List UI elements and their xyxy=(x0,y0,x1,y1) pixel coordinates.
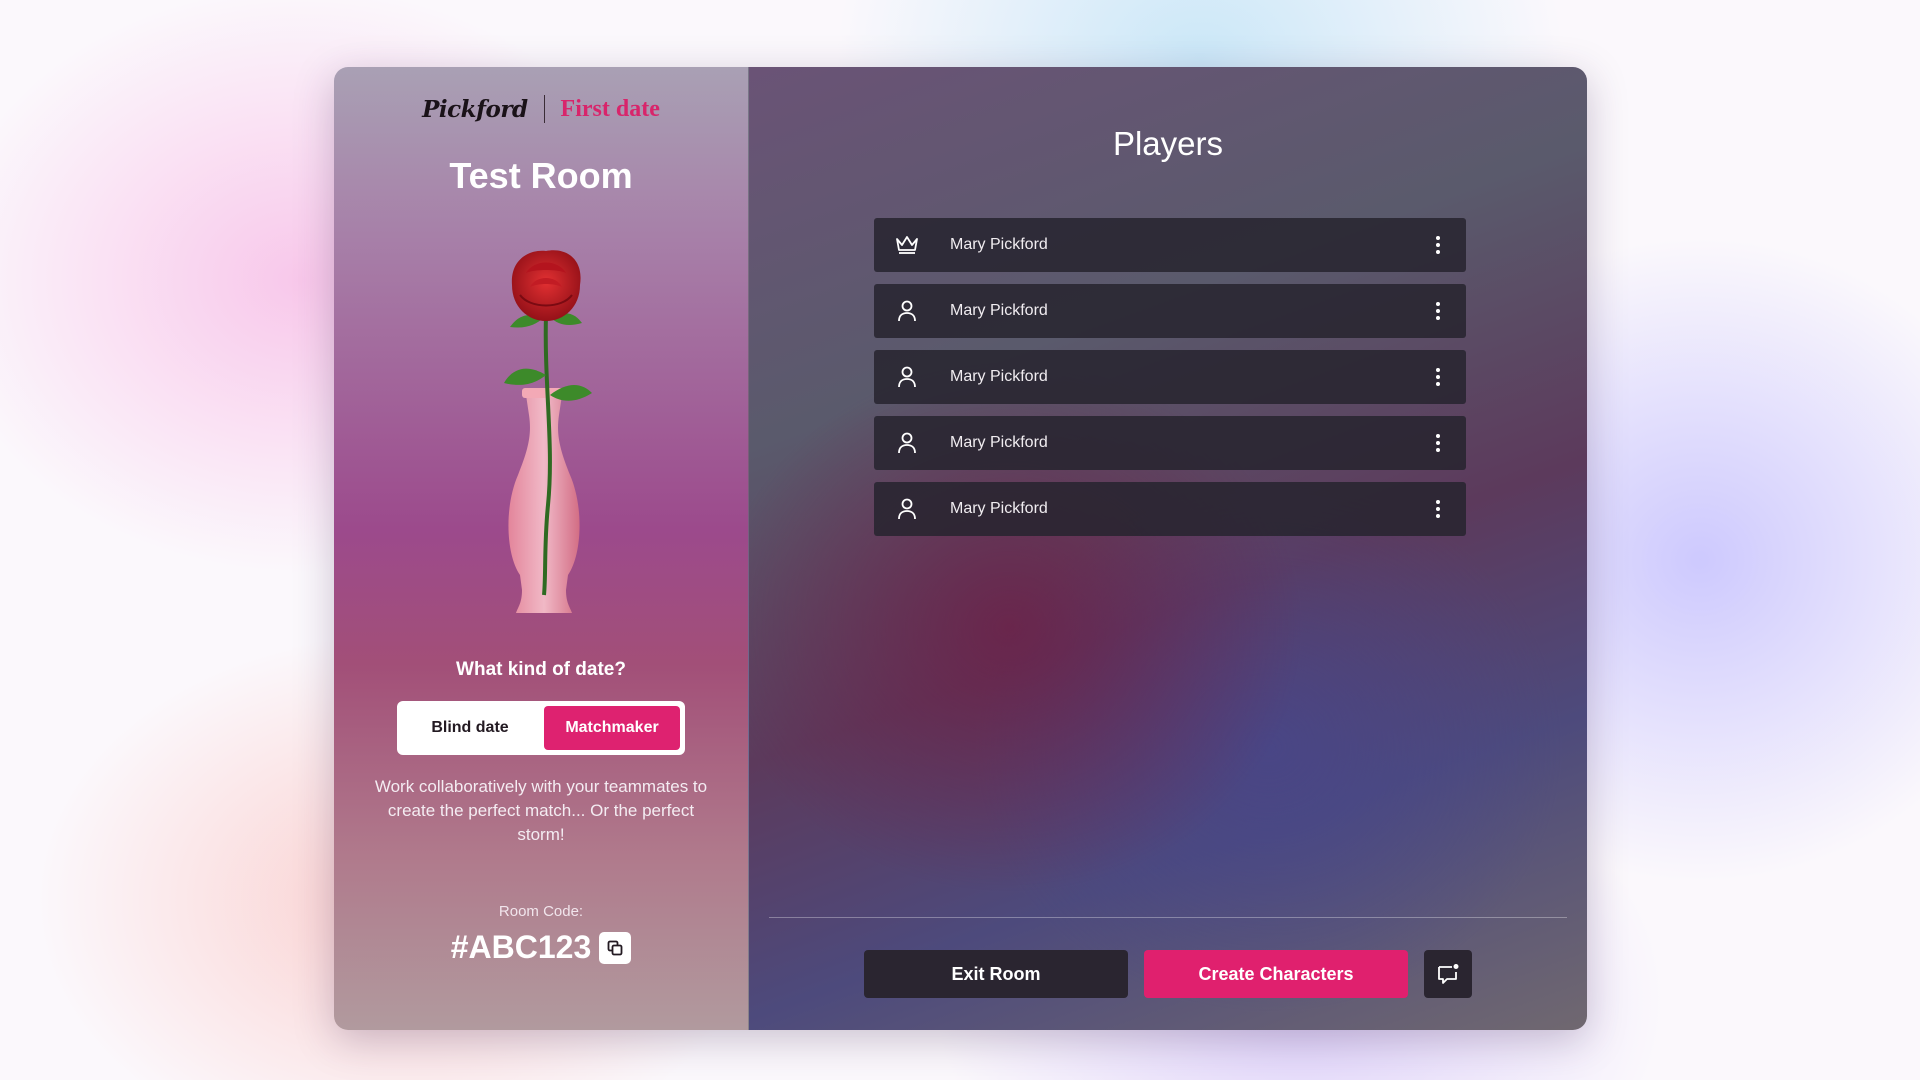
blind-date-option[interactable]: Blind date xyxy=(402,706,538,750)
player-name: Mary Pickford xyxy=(950,434,1048,451)
player-row: Mary Pickford xyxy=(874,482,1466,536)
chat-icon xyxy=(1438,964,1459,984)
players-title: Players xyxy=(1112,125,1224,162)
players-panel: Players Mary Pickford Mary Pickford Mary… xyxy=(748,67,1587,1030)
player-name: Mary Pickford xyxy=(950,302,1048,319)
player-menu-button[interactable] xyxy=(1424,231,1452,259)
brand-divider xyxy=(543,95,545,123)
room-actions: Exit Room Create Characters xyxy=(864,950,1472,998)
room-code-label: Room Code: xyxy=(498,903,584,920)
player-menu-button[interactable] xyxy=(1424,495,1452,523)
more-vertical-icon xyxy=(1436,302,1440,320)
player-row: Mary Pickford xyxy=(874,284,1466,338)
user-icon xyxy=(894,298,920,324)
chat-button[interactable] xyxy=(1424,950,1472,998)
date-type-question: What kind of date? xyxy=(456,659,626,680)
rose-vase-illustration xyxy=(504,250,592,613)
exit-room-button[interactable]: Exit Room xyxy=(864,950,1128,998)
matchmaker-option[interactable]: Matchmaker xyxy=(544,706,680,750)
copy-icon xyxy=(607,940,623,955)
more-vertical-icon xyxy=(1436,236,1440,254)
player-name: Mary Pickford xyxy=(950,500,1048,517)
player-row-host: Mary Pickford xyxy=(874,218,1466,272)
player-menu-button[interactable] xyxy=(1424,429,1452,457)
pickford-logo: Pickford xyxy=(422,95,528,123)
user-icon xyxy=(894,364,920,390)
player-row: Mary Pickford xyxy=(874,350,1466,404)
user-icon xyxy=(894,496,920,522)
player-menu-button[interactable] xyxy=(1424,297,1452,325)
more-vertical-icon xyxy=(1436,368,1440,386)
more-vertical-icon xyxy=(1436,500,1440,518)
player-row: Mary Pickford xyxy=(874,416,1466,470)
player-name: Mary Pickford xyxy=(950,236,1048,253)
room-code: #ABC123 xyxy=(450,929,592,965)
actions-divider xyxy=(769,917,1567,918)
brand-header: Pickford First date xyxy=(334,95,748,123)
room-title: Test Room xyxy=(449,155,633,196)
room-panel: Pickford First date Test Room What kind … xyxy=(334,67,748,1030)
player-list: Mary Pickford Mary Pickford Mary Pickfor xyxy=(874,218,1466,548)
date-type-toggle: Blind date Matchmaker xyxy=(397,701,685,755)
game-title: First date xyxy=(560,95,660,122)
copy-code-button[interactable] xyxy=(599,931,632,964)
user-icon xyxy=(894,430,920,456)
room-code-row: #ABC123 xyxy=(334,929,748,966)
lobby-card: Pickford First date Test Room What kind … xyxy=(334,67,1587,1030)
crown-icon xyxy=(894,232,920,258)
mode-description: Work collaboratively with your teammates… xyxy=(374,777,708,844)
player-name: Mary Pickford xyxy=(950,368,1048,385)
create-characters-button[interactable]: Create Characters xyxy=(1144,950,1408,998)
player-menu-button[interactable] xyxy=(1424,363,1452,391)
more-vertical-icon xyxy=(1436,434,1440,452)
